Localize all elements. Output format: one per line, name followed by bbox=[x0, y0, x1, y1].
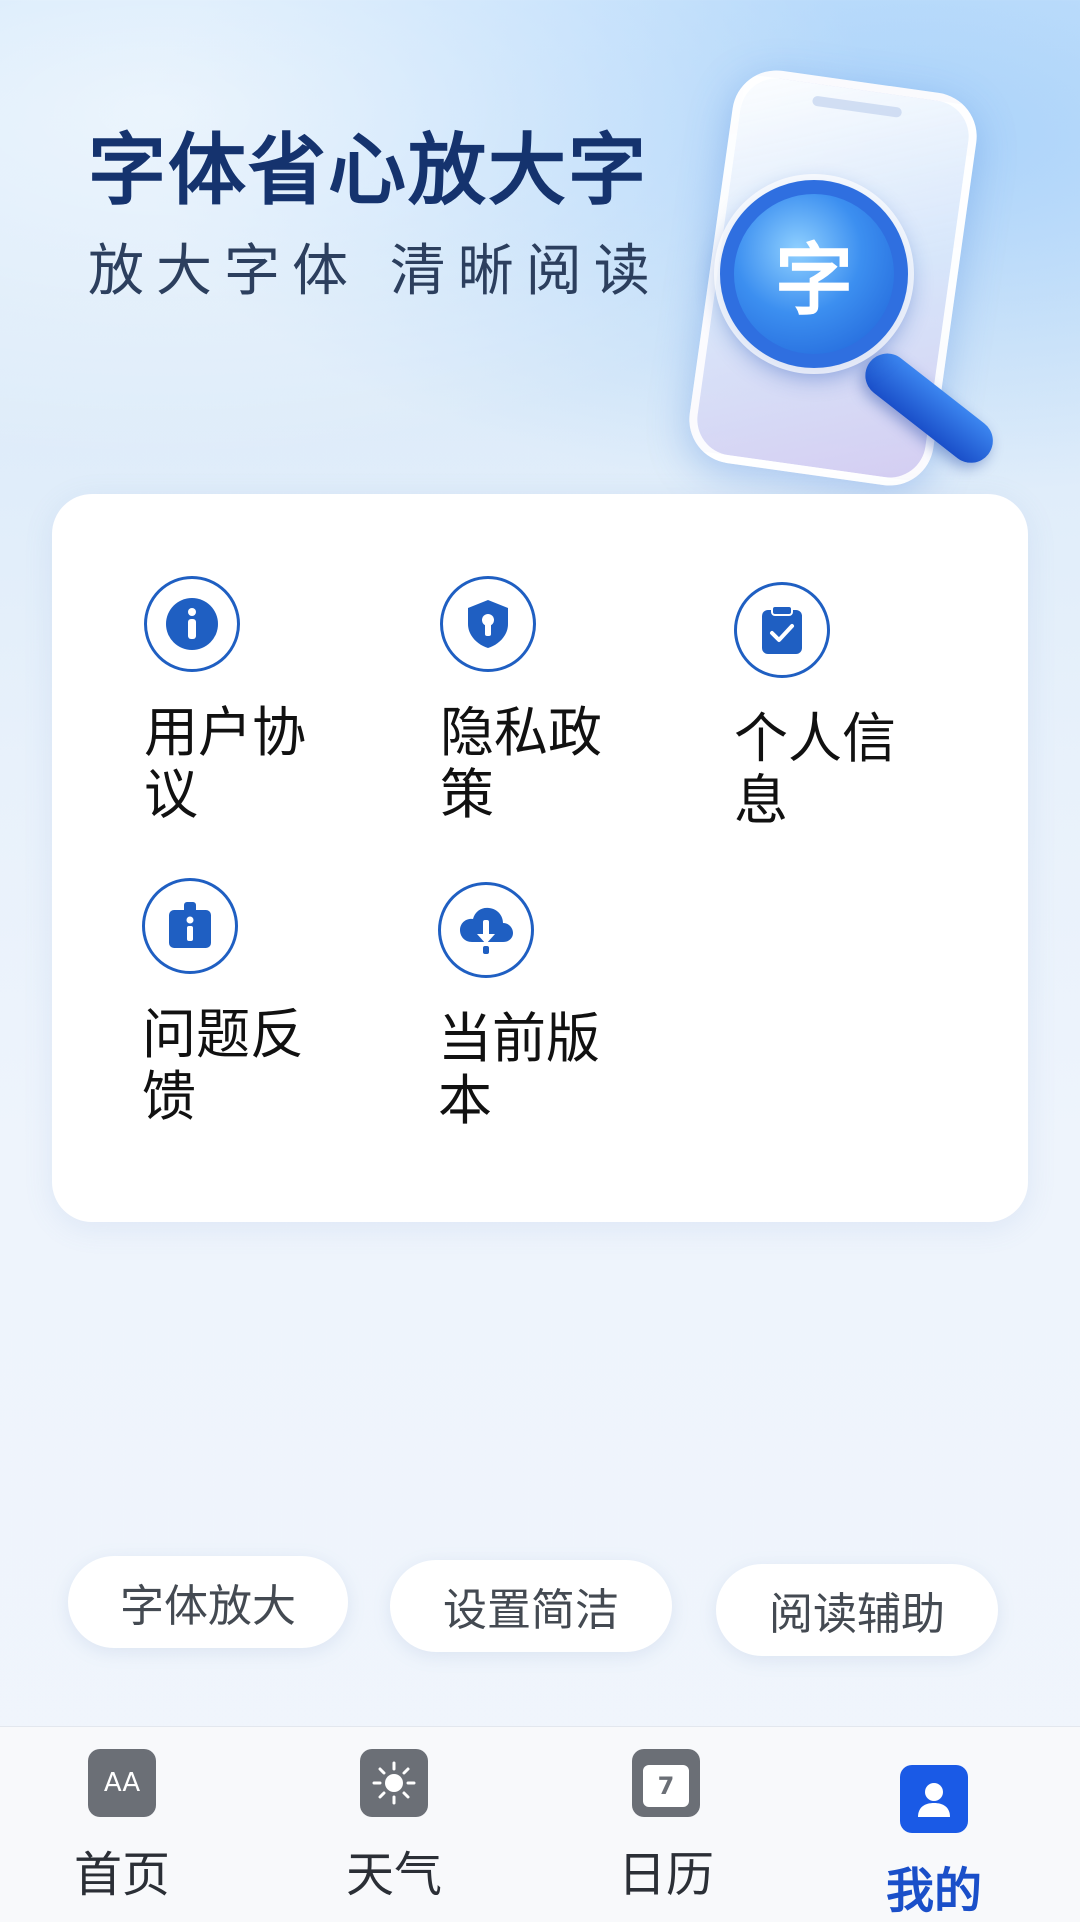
nav-item-calendar[interactable]: 7 日历 bbox=[566, 1749, 766, 1905]
menu-label-current-version: 当前版本 bbox=[438, 1007, 600, 1132]
feedback-info-icon bbox=[142, 878, 238, 974]
chip-simple-settings[interactable]: 设置简洁 bbox=[390, 1560, 672, 1652]
chip-reading-assist[interactable]: 阅读辅助 bbox=[716, 1564, 998, 1656]
sun-icon bbox=[360, 1749, 428, 1817]
chip-font-enlarge[interactable]: 字体放大 bbox=[68, 1556, 348, 1648]
page-title: 字体省心放大字 bbox=[88, 126, 649, 216]
clipboard-check-icon bbox=[734, 582, 830, 678]
page-subtitle: 放大字体 清晰阅读 bbox=[88, 239, 662, 304]
menu-item-feedback[interactable]: 问题反馈 bbox=[142, 878, 362, 1128]
menu-label-personal-info: 个人信息 bbox=[734, 707, 896, 832]
menu-label-user-agreement: 用户协议 bbox=[144, 701, 306, 826]
magnifier-illustration: 字 bbox=[680, 60, 1040, 492]
nav-label-mine: 我的 bbox=[885, 1863, 982, 1919]
menu-item-privacy-policy[interactable]: 隐私政策 bbox=[440, 576, 660, 826]
calendar-icon-day: 7 bbox=[657, 1772, 675, 1800]
nav-item-mine[interactable]: 我的 bbox=[834, 1765, 1034, 1921]
bottom-nav: AA 首页 天气 7 日历 我的 bbox=[0, 1726, 1080, 1922]
nav-item-weather[interactable]: 天气 bbox=[294, 1749, 494, 1905]
shield-lock-icon bbox=[440, 576, 536, 672]
menu-label-privacy-policy: 隐私政策 bbox=[440, 701, 602, 826]
font-size-icon: AA bbox=[88, 1749, 156, 1817]
menu-item-current-version[interactable]: 当前版本 bbox=[438, 882, 658, 1132]
menu-card: 用户协议 隐私政策 个人信息 问题反馈 当前版本 bbox=[52, 494, 1028, 1222]
menu-item-user-agreement[interactable]: 用户协议 bbox=[144, 576, 364, 826]
nav-item-home[interactable]: AA 首页 bbox=[22, 1749, 222, 1905]
user-icon bbox=[900, 1765, 968, 1833]
magnifier-lens: 字 bbox=[720, 180, 908, 368]
font-size-icon-text: AA bbox=[103, 1768, 141, 1798]
nav-label-calendar: 日历 bbox=[617, 1847, 714, 1903]
cloud-download-icon bbox=[438, 882, 534, 978]
menu-item-personal-info[interactable]: 个人信息 bbox=[734, 582, 954, 832]
info-icon bbox=[144, 576, 240, 672]
calendar-icon: 7 bbox=[632, 1749, 700, 1817]
nav-label-weather: 天气 bbox=[345, 1847, 442, 1903]
menu-label-feedback: 问题反馈 bbox=[142, 1003, 304, 1128]
nav-label-home: 首页 bbox=[73, 1847, 170, 1903]
magnifier-character: 字 bbox=[774, 236, 853, 326]
